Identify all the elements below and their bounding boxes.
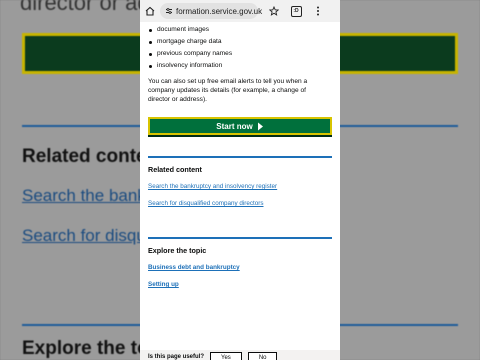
link-business-debt[interactable]: Business debt and bankruptcy bbox=[148, 264, 240, 271]
more-vert-icon[interactable] bbox=[311, 4, 325, 18]
address-url: formation.service.gov.uk bbox=[176, 6, 263, 16]
related-content-heading: Related content bbox=[148, 165, 202, 174]
feedback-yes-button[interactable]: Yes bbox=[210, 352, 242, 360]
page-content: document images mortgage charge data pre… bbox=[148, 24, 332, 104]
address-bar[interactable]: formation.service.gov.uk bbox=[160, 2, 262, 20]
start-now-button[interactable]: Start now bbox=[148, 117, 332, 135]
background-link-disqualified: Search for disqua bbox=[22, 226, 156, 245]
tabs-icon[interactable]: :D bbox=[289, 4, 303, 18]
email-alerts-paragraph: You can also set up free email alerts to… bbox=[148, 78, 308, 103]
explore-topic-heading: Explore the topic bbox=[148, 246, 207, 255]
feedback-no-button[interactable]: No bbox=[247, 352, 278, 360]
list-item: previous company names bbox=[148, 48, 332, 60]
section-divider bbox=[148, 156, 332, 158]
feature-list: document images mortgage charge data pre… bbox=[148, 24, 332, 72]
link-setting-up[interactable]: Setting up bbox=[148, 281, 179, 288]
phone-screen: formation.service.gov.uk :D document ima… bbox=[140, 0, 340, 360]
star-icon[interactable] bbox=[267, 4, 281, 18]
background-link-bankruptcy: Search the bankr bbox=[22, 186, 152, 205]
list-item: mortgage charge data bbox=[148, 36, 332, 48]
background-explore-heading: Explore the to bbox=[22, 338, 149, 359]
start-now-label: Start now bbox=[216, 121, 253, 131]
list-item: insolvency information bbox=[148, 60, 332, 72]
link-bankruptcy-register[interactable]: Search the bankruptcy and insolvency reg… bbox=[148, 183, 277, 190]
feedback-bar: Is this page useful? Yes No bbox=[140, 350, 340, 360]
chevron-right-icon bbox=[257, 122, 264, 131]
list-item: document images bbox=[148, 24, 332, 36]
section-divider bbox=[148, 237, 332, 239]
link-disqualified-directors[interactable]: Search for disqualified company director… bbox=[148, 200, 264, 207]
site-settings-icon[interactable] bbox=[165, 2, 173, 20]
background-related-heading: Related conte bbox=[22, 146, 147, 167]
tab-count: :D bbox=[290, 5, 302, 17]
home-icon[interactable] bbox=[143, 4, 157, 18]
feedback-question: Is this page useful? bbox=[148, 354, 205, 360]
browser-toolbar: formation.service.gov.uk :D bbox=[140, 0, 340, 22]
